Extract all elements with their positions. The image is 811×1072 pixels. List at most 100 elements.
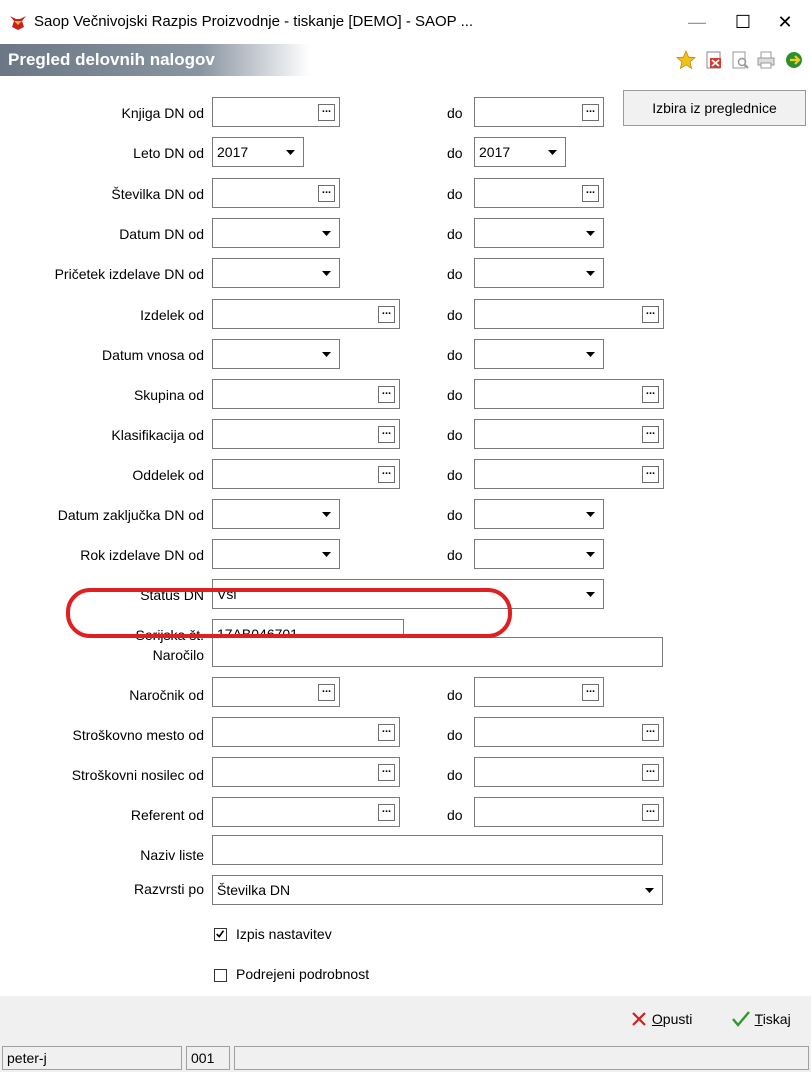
chevron-down-icon[interactable] [582,346,599,363]
datum-do-label: do [447,226,463,242]
printer-icon[interactable] [756,50,776,70]
star-icon[interactable] [676,50,696,70]
close-button[interactable]: ✕ [762,8,808,36]
datum-label: Datum DN od [119,226,204,242]
podrejeni-podrobnost-checkbox[interactable] [214,969,227,982]
skupina-od-field[interactable]: ... [212,379,400,409]
leto-do-label: do [447,145,463,161]
tiskaj-button[interactable]: Tiskaj [731,1010,791,1028]
skupina-od-browse-button[interactable]: ... [378,386,395,403]
maximize-button[interactable]: ☐ [720,8,766,36]
pricetek-od-select[interactable] [212,258,340,288]
oddelek-do-field[interactable]: ... [474,459,664,489]
referent-do-label: do [447,807,463,823]
referent-od-field[interactable]: ... [212,797,400,827]
izdelek-od-browse-button[interactable]: ... [378,306,395,323]
knjiga-do-browse-button[interactable]: ... [582,104,599,121]
klasifikacija-do-label: do [447,427,463,443]
strosk-nosilec-od-browse-button[interactable]: ... [378,764,395,781]
knjiga-od-field[interactable]: ... [212,97,340,127]
opusti-button[interactable]: Opusti [630,1010,692,1028]
datum-vnosa-do-select[interactable] [474,339,604,369]
oddelek-do-browse-button[interactable]: ... [642,466,659,483]
chevron-down-icon[interactable] [318,265,335,282]
narocilo-field[interactable] [212,637,663,667]
chevron-down-icon[interactable] [282,144,299,161]
datum-od-select[interactable] [212,218,340,248]
izpis-nastavitev-checkbox[interactable] [214,928,227,941]
stevilka-od-browse-button[interactable]: ... [318,185,335,202]
rok-do-select[interactable] [474,539,604,569]
chevron-down-icon[interactable] [582,225,599,242]
izbira-iz-preglednice-button[interactable]: Izbira iz preglednice [623,90,806,126]
knjiga-do-field[interactable]: ... [474,97,604,127]
strosk-nosilec-od-field[interactable]: ... [212,757,400,787]
exit-icon[interactable] [784,50,804,70]
narocnik-do-browse-button[interactable]: ... [582,684,599,701]
pricetek-do-select[interactable] [474,258,604,288]
chevron-down-icon[interactable] [582,586,599,603]
narocnik-do-field[interactable]: ... [474,677,604,707]
stevilka-do-field[interactable]: ... [474,178,604,208]
chevron-down-icon[interactable] [641,882,658,899]
knjiga-od-browse-button[interactable]: ... [318,104,335,121]
rok-od-select[interactable] [212,539,340,569]
pricetek-label: Pričetek izdelave DN od [54,266,204,282]
referent-od-browse-button[interactable]: ... [378,804,395,821]
oddelek-od-browse-button[interactable]: ... [378,466,395,483]
chevron-down-icon[interactable] [318,346,335,363]
minimize-button[interactable]: — [674,8,720,36]
skupina-do-browse-button[interactable]: ... [642,386,659,403]
klasifikacija-od-field[interactable]: ... [212,419,400,449]
klasifikacija-do-field[interactable]: ... [474,419,664,449]
stevilka-do-browse-button[interactable]: ... [582,185,599,202]
print-preview-icon[interactable] [730,50,750,70]
leto-do-select[interactable]: 2017 [474,137,566,167]
form-header: Pregled delovnih nalogov [0,44,811,76]
chevron-down-icon[interactable] [318,225,335,242]
izdelek-od-field[interactable]: ... [212,299,400,329]
strosk-mesto-od-field[interactable]: ... [212,717,400,747]
narocnik-od-field[interactable]: ... [212,677,340,707]
excel-export-icon[interactable] [704,50,724,70]
window-titlebar: Saop Večnivojski Razpis Proizvodnje - ti… [0,0,811,44]
narocnik-od-browse-button[interactable]: ... [318,684,335,701]
klasifikacija-od-browse-button[interactable]: ... [378,426,395,443]
naziv-label: Naziv liste [140,847,204,863]
datum-zakljucka-od-select[interactable] [212,499,340,529]
chevron-down-icon[interactable] [582,546,599,563]
strosk-mesto-od-browse-button[interactable]: ... [378,724,395,741]
tiskaj-label: iskaj [762,1011,791,1027]
izdelek-label: Izdelek od [140,307,204,323]
filter-form: Knjiga DN od ... do ... Izbira iz pregle… [0,76,811,996]
izdelek-do-browse-button[interactable]: ... [642,306,659,323]
klasifikacija-do-browse-button[interactable]: ... [642,426,659,443]
skupina-do-field[interactable]: ... [474,379,664,409]
strosk-mesto-do-field[interactable]: ... [474,717,664,747]
chevron-down-icon[interactable] [318,546,335,563]
chevron-down-icon[interactable] [318,506,335,523]
strosk-nosilec-do-field[interactable]: ... [474,757,664,787]
chevron-down-icon[interactable] [544,144,561,161]
datum-do-select[interactable] [474,218,604,248]
datum-vnosa-od-select[interactable] [212,339,340,369]
status-user: peter-j [2,1046,182,1070]
strosk-nosilec-label: Stroškovni nosilec od [71,767,204,783]
stevilka-od-field[interactable]: ... [212,178,340,208]
razvrsti-select[interactable]: Številka DN [212,875,663,905]
strosk-nosilec-do-browse-button[interactable]: ... [642,764,659,781]
chevron-down-icon[interactable] [582,506,599,523]
status-bar: peter-j 001 [0,1044,811,1072]
stevilka-do-label: do [447,186,463,202]
klasifikacija-label: Klasifikacija od [111,427,204,443]
oddelek-od-field[interactable]: ... [212,459,400,489]
izdelek-do-field[interactable]: ... [474,299,664,329]
chevron-down-icon[interactable] [582,265,599,282]
strosk-mesto-do-browse-button[interactable]: ... [642,724,659,741]
naziv-field[interactable] [212,835,663,865]
header-title: Pregled delovnih nalogov [8,50,215,69]
referent-do-field[interactable]: ... [474,797,664,827]
referent-do-browse-button[interactable]: ... [642,804,659,821]
datum-zakljucka-do-select[interactable] [474,499,604,529]
leto-od-select[interactable]: 2017 [212,137,304,167]
